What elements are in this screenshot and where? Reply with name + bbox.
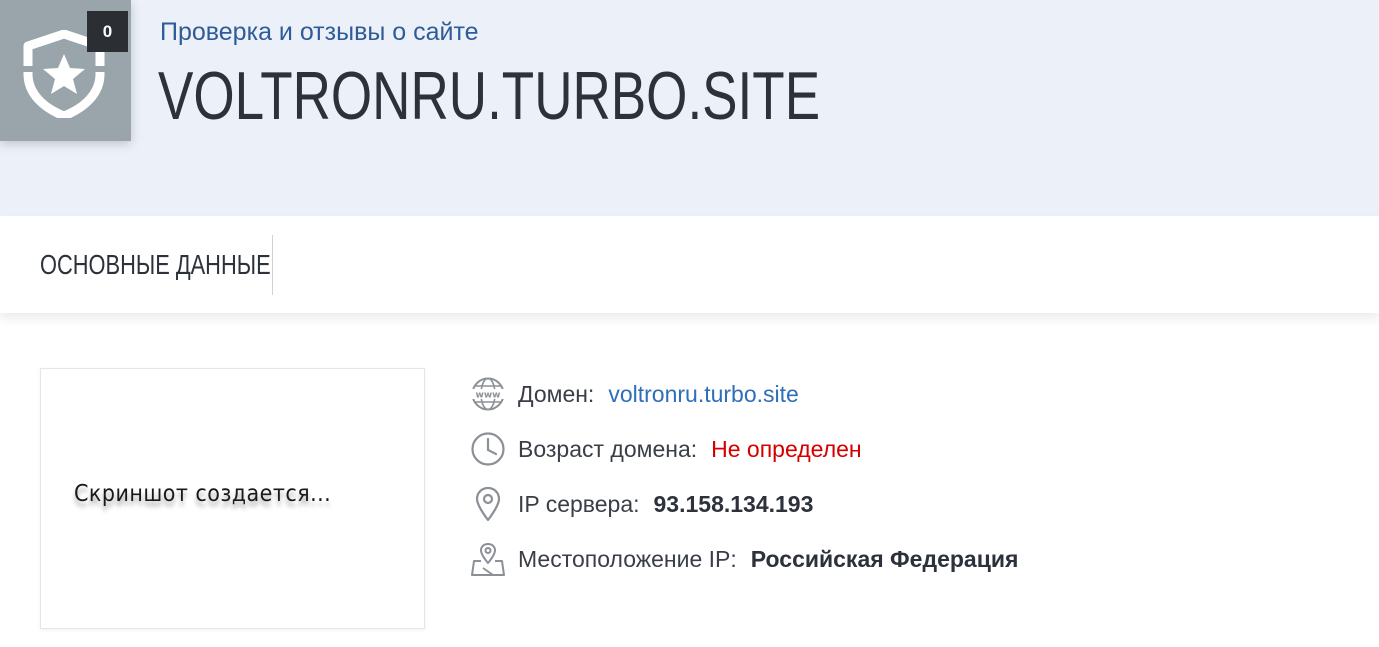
domain-label: Домен:: [518, 380, 595, 407]
clock-icon: [470, 431, 506, 467]
site-header: 0 Проверка и отзывы о сайте VOLTRONRU.TU…: [0, 0, 1379, 216]
domain-link[interactable]: voltronru.turbo.site: [608, 381, 798, 408]
site-screenshot-preview: Скриншот создается...: [40, 368, 425, 629]
tab-divider: [272, 235, 273, 295]
server-ip-value: 93.158.134.193: [653, 490, 814, 517]
info-row-location: Местоположение IP: Российская Федерация: [470, 539, 1018, 579]
rating-badge[interactable]: 0: [0, 0, 131, 141]
domain-age-value: Не определен: [711, 435, 862, 462]
server-ip-label: IP сервера:: [518, 490, 640, 517]
tab-main-data[interactable]: ОСНОВНЫЕ ДАННЫЕ: [40, 216, 271, 313]
ip-location-label: Местоположение IP:: [518, 545, 737, 572]
page-title: VOLTRONRU.TURBO.SITE: [158, 58, 821, 134]
info-row-domain: www Домен: voltronru.turbo.site: [470, 374, 799, 414]
map-pin-icon: [470, 486, 506, 522]
tab-bar: ОСНОВНЫЕ ДАННЫЕ: [0, 216, 1379, 313]
ip-location-value: Российская Федерация: [750, 545, 1019, 572]
page-subtitle: Проверка и отзывы о сайте: [160, 18, 479, 46]
review-count-badge: 0: [87, 11, 128, 52]
info-row-age: Возраст домена: Не определен: [470, 429, 862, 469]
svg-text:www: www: [476, 391, 501, 401]
www-globe-icon: www: [470, 376, 506, 412]
screenshot-placeholder-text: Скриншот создается...: [74, 481, 332, 507]
info-row-ip: IP сервера: 93.158.134.193: [470, 484, 813, 524]
domain-age-label: Возраст домена:: [518, 435, 698, 462]
map-location-icon: [470, 541, 506, 577]
